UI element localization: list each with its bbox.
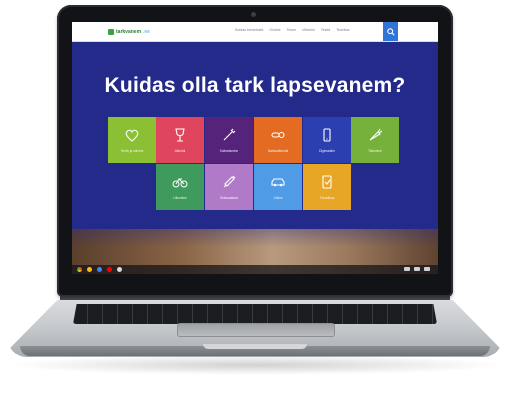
topic-tile[interactable]: Liikumine [156,164,204,210]
cigarette-icon [223,128,236,141]
hero-title: Kuidas olla tark lapsevanem? [104,74,406,97]
logo-tld: .ee [143,28,150,35]
docs-icon[interactable] [97,267,102,272]
pills-icon [271,131,285,139]
taskbar [72,265,438,274]
logo-mark-icon [108,28,114,35]
topic-tile-label: Narkootikumid [267,149,289,153]
site-header: tarkvanem .ee Kuidas toimetulek Oluline … [72,22,438,42]
status-area[interactable] [404,267,430,271]
logo-text: tarkvanem [116,28,142,35]
heart-icon [125,129,139,142]
wifi-icon [404,267,410,271]
keyboard[interactable] [73,304,437,324]
syringe-icon [223,175,236,188]
nav-item-teave[interactable]: Teave [287,28,297,32]
battery-icon [414,267,420,271]
nav-item-teavitus[interactable]: Teavitus [336,28,349,32]
topic-tile[interactable]: Liiklus [254,164,302,210]
topic-tile-label: Seksuaalsus [219,196,239,200]
youtube-icon[interactable] [107,267,112,272]
topic-tile[interactable]: Digimaailm [303,117,351,163]
laptop-screen: tarkvanem .ee Kuidas toimetulek Oluline … [72,22,438,274]
bicycle-icon [172,178,188,188]
wine-glass-icon [175,128,185,142]
webcam [251,12,256,17]
apps-launcher-icon[interactable] [117,267,122,272]
safety-icon [322,175,332,189]
search-icon [386,27,395,36]
nav-item-testid[interactable]: Testid [321,28,330,32]
site-logo[interactable]: tarkvanem .ee [108,27,150,36]
topic-tile-label: Alkohol [174,149,186,153]
touchpad[interactable] [177,323,335,337]
nav-item-kuidas-toimetulek[interactable]: Kuidas toimetulek [235,28,263,32]
topic-tile-label: Toitumine [368,149,382,153]
phone-icon [323,128,331,142]
nav-item-oluline[interactable]: Oluline [269,28,280,32]
car-icon [271,178,285,187]
topic-tile-label: Liiklus [273,196,283,200]
wallpaper-sheen [72,229,438,247]
topic-tile[interactable]: Turvalisus [303,164,351,210]
topic-tile-label: Suitsetamine [219,149,239,153]
nav-item-viktoriin[interactable]: Viktoriin [302,28,315,32]
topic-tile[interactable]: Seksuaalsus [205,164,253,210]
topic-tile[interactable]: Suitsetamine [205,117,253,163]
chrome-icon[interactable] [77,267,82,272]
topic-tile[interactable]: Narkootikumid [254,117,302,163]
topic-tile[interactable]: Tervis ja vaimne [108,117,156,163]
main-nav: Kuidas toimetulek Oluline Teave Viktorii… [235,28,349,32]
topic-tile-label: Turvalisus [319,196,335,200]
search-button[interactable] [383,22,398,41]
topic-tile[interactable]: Toitumine [351,117,399,163]
topic-tile-label: Liikumine [173,196,187,200]
gmail-icon[interactable] [87,267,92,272]
topic-tile[interactable]: Alkohol [156,117,204,163]
topic-tile-label: Tervis ja vaimne [120,149,144,153]
carrot-icon [369,128,383,141]
laptop-shadow [4,355,506,375]
laptop-front-notch [203,344,307,349]
topic-tile-label: Digimaailm [319,149,335,153]
account-avatar [424,267,430,271]
